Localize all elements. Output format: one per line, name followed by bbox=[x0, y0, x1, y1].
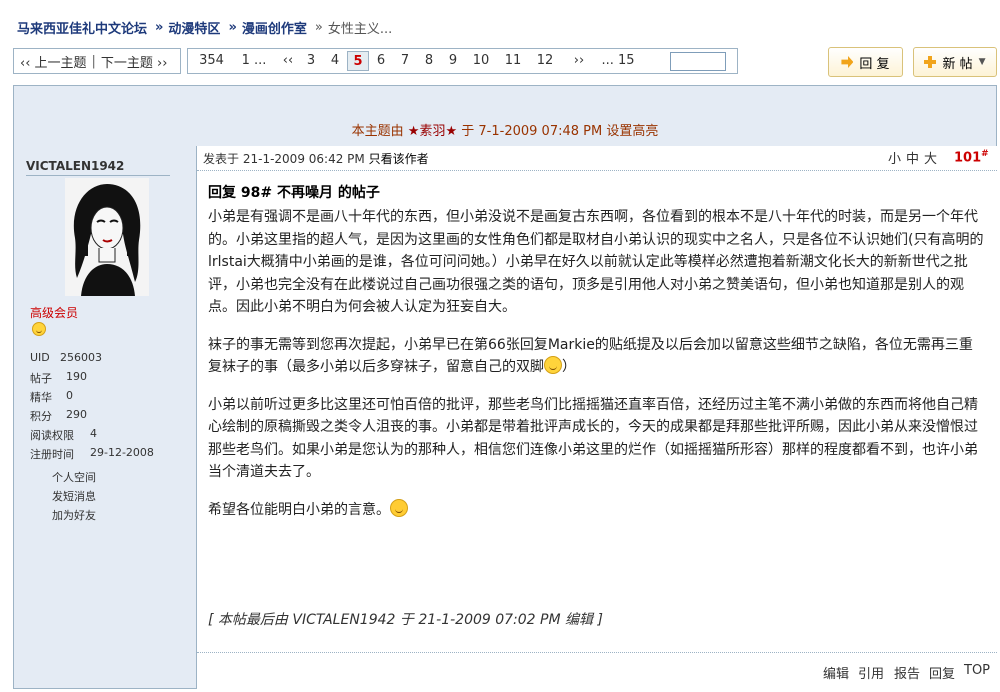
quote-link[interactable]: 引用 bbox=[858, 663, 884, 682]
avatar-portrait-icon bbox=[65, 178, 149, 296]
edit-link[interactable]: 编辑 bbox=[823, 663, 849, 682]
post-paragraph-text: 希望各位能明白小弟的言意。 bbox=[208, 501, 390, 518]
stat-credits: 积分 290 bbox=[30, 408, 87, 424]
post-paragraph: 小弟是有强调不是画八十年代的东西，但小弟没说不是画复古东西啊，各位看到的根本不是… bbox=[208, 209, 984, 315]
avatar[interactable] bbox=[65, 178, 149, 296]
post-paragraph: 小弟以前听过更多比这里还可怕百倍的批评，那些老鸟们比摇摇猫还直率百倍，还经历过主… bbox=[208, 396, 978, 481]
chevron-down-icon[interactable]: ▼ bbox=[979, 57, 986, 67]
breadcrumb-separator: » bbox=[228, 19, 237, 35]
new-post-button-label: 新 帖 bbox=[942, 56, 973, 72]
thread-nav-divider: | bbox=[91, 53, 96, 69]
author-name[interactable]: VICTALEN1942 bbox=[26, 159, 170, 176]
pager-page[interactable]: 6 bbox=[369, 51, 393, 71]
posted-date: 21-1-2009 06:42 PM bbox=[242, 152, 365, 166]
pager-page[interactable]: 10 bbox=[465, 51, 497, 71]
member-rank: 高级会员 bbox=[30, 306, 79, 320]
plus-icon bbox=[924, 56, 937, 68]
post-paragraph: 袜子的事无需等到您再次提起，小弟早已在第66张回复Markie的贴纸提及以后会加… bbox=[208, 334, 984, 379]
edit-note: [ 本帖最后由 VICTALEN1942 于 21-1-2009 07:02 P… bbox=[208, 612, 603, 628]
pager-first-page[interactable]: 1 ... bbox=[233, 51, 275, 71]
thread-board: 本主题由 ★素羽★ 于 7-1-2009 07:48 PM 设置高亮 VICTA… bbox=[13, 85, 997, 689]
floor-value: 101 bbox=[954, 150, 982, 166]
breadcrumb-current: 女性主义... bbox=[327, 21, 393, 37]
pager-page[interactable]: 9 bbox=[441, 51, 465, 71]
highlight-note: 本主题由 ★素羽★ 于 7-1-2009 07:48 PM 设置高亮 bbox=[14, 121, 996, 143]
posted-label: 发表于 bbox=[203, 152, 240, 166]
post-header: 发表于 21-1-2009 06:42 PM 只看该作者 小中大 101# bbox=[197, 146, 997, 171]
add-friend-link[interactable]: 加为好友 bbox=[52, 507, 96, 523]
reply-arrow-icon bbox=[841, 56, 854, 68]
personal-space-link[interactable]: 个人空间 bbox=[52, 469, 96, 485]
breadcrumb-subsection-link[interactable]: 漫画创作室 bbox=[242, 18, 307, 37]
highlight-mid: 于 bbox=[461, 124, 475, 139]
pager-last-page[interactable]: ... 15 bbox=[595, 51, 641, 71]
stat-uid: UID 256003 bbox=[30, 351, 102, 364]
stat-label: 帖子 bbox=[30, 372, 52, 385]
post-paragraph: 希望各位能明白小弟的言意。 bbox=[208, 498, 984, 522]
stat-value: 29-12-2008 bbox=[90, 446, 154, 459]
highlight-prefix: 本主题由 bbox=[351, 124, 404, 139]
stat-label: 积分 bbox=[30, 410, 52, 423]
send-message-link[interactable]: 发短消息 bbox=[52, 488, 96, 504]
reply-button-label: 回 复 bbox=[859, 56, 890, 72]
stat-register-date: 注册时间 29-12-2008 bbox=[30, 446, 154, 462]
stat-value: 290 bbox=[66, 408, 87, 421]
stat-value: 190 bbox=[66, 370, 87, 383]
floor-number: 101# bbox=[954, 149, 989, 165]
stat-label: 注册时间 bbox=[30, 448, 74, 461]
top-link[interactable]: TOP bbox=[964, 663, 990, 678]
pager-page[interactable]: 4 bbox=[323, 51, 347, 71]
breadcrumb: 马来西亚佳礼中文论坛 » 动漫特区 » 漫画创作室 » 女性主义... bbox=[17, 17, 392, 37]
pager-page[interactable]: 8 bbox=[417, 51, 441, 71]
post-actions: 编辑 引用 报告 回复 TOP bbox=[197, 652, 997, 689]
breadcrumb-site-link[interactable]: 马来西亚佳礼中文论坛 bbox=[17, 18, 147, 37]
post: 发表于 21-1-2009 06:42 PM 只看该作者 小中大 101# 回复… bbox=[196, 146, 997, 689]
pager-jump-input[interactable] bbox=[670, 52, 726, 71]
stat-read-permission: 阅读权限 4 bbox=[30, 427, 97, 443]
post-meta: 发表于 21-1-2009 06:42 PM 只看该作者 bbox=[203, 150, 429, 167]
pager-page[interactable]: 12 bbox=[529, 51, 561, 71]
pager-current-page: 5 bbox=[347, 51, 369, 71]
reply-link[interactable]: 回复 bbox=[929, 663, 955, 682]
new-post-button[interactable]: 新 帖 ▼ bbox=[913, 47, 997, 77]
laugh-icon bbox=[390, 498, 408, 517]
post-title: 回复 98# 不再噪月 的帖子 bbox=[208, 185, 380, 201]
pager: 354 1 ... ‹‹ 3 4 5 6 7 8 9 10 11 12 ›› .… bbox=[187, 48, 738, 74]
highlight-user-link[interactable]: ★素羽★ bbox=[408, 124, 457, 139]
breadcrumb-separator: » bbox=[155, 19, 164, 35]
next-thread-link[interactable]: 下一主题 ›› bbox=[101, 52, 168, 71]
stat-posts: 帖子 190 bbox=[30, 370, 87, 386]
pager-page[interactable]: 7 bbox=[393, 51, 417, 71]
stat-label: 阅读权限 bbox=[30, 429, 74, 442]
pager-next[interactable]: ›› bbox=[565, 51, 593, 71]
smile-icon bbox=[544, 356, 562, 374]
pager-page[interactable]: 11 bbox=[497, 51, 529, 71]
stat-label: UID bbox=[30, 351, 50, 364]
highlight-date: 7-1-2009 07:48 PM bbox=[478, 124, 603, 139]
rank-smiley-icon bbox=[32, 322, 46, 336]
stat-value: 256003 bbox=[60, 351, 102, 364]
post-paragraph-tail: ） bbox=[562, 359, 576, 375]
post-body: 小弟是有强调不是画八十年代的东西，但小弟没说不是画复古东西啊，各位看到的根本不是… bbox=[208, 206, 984, 536]
floor-mark: # bbox=[981, 149, 989, 159]
breadcrumb-section-link[interactable]: 动漫特区 bbox=[168, 18, 220, 37]
post-paragraph-text: 袜子的事无需等到您再次提起，小弟早已在第66张回复Markie的贴纸提及以后会加… bbox=[208, 336, 973, 376]
pager-prev[interactable]: ‹‹ bbox=[277, 51, 299, 71]
only-author-link[interactable]: 只看该作者 bbox=[369, 152, 429, 166]
breadcrumb-separator: » bbox=[314, 19, 323, 35]
font-size-switcher[interactable]: 小中大 bbox=[888, 148, 942, 167]
pager-total: 354 bbox=[199, 53, 224, 68]
reply-button[interactable]: 回 复 bbox=[828, 47, 903, 77]
stat-label: 精华 bbox=[30, 391, 52, 404]
author-panel: VICTALEN1942 高级会员 UID 256003 帖子 190 精华 0… bbox=[14, 146, 196, 689]
thread-navigation: ‹‹ 上一主题 | 下一主题 ›› bbox=[13, 48, 181, 74]
report-link[interactable]: 报告 bbox=[894, 663, 920, 682]
stat-value: 4 bbox=[90, 427, 97, 440]
highlight-suffix: 设置高亮 bbox=[606, 124, 659, 139]
pager-page[interactable]: 3 bbox=[299, 51, 323, 71]
prev-thread-link[interactable]: ‹‹ 上一主题 bbox=[20, 52, 87, 71]
stat-digest: 精华 0 bbox=[30, 389, 73, 405]
stat-value: 0 bbox=[66, 389, 73, 402]
